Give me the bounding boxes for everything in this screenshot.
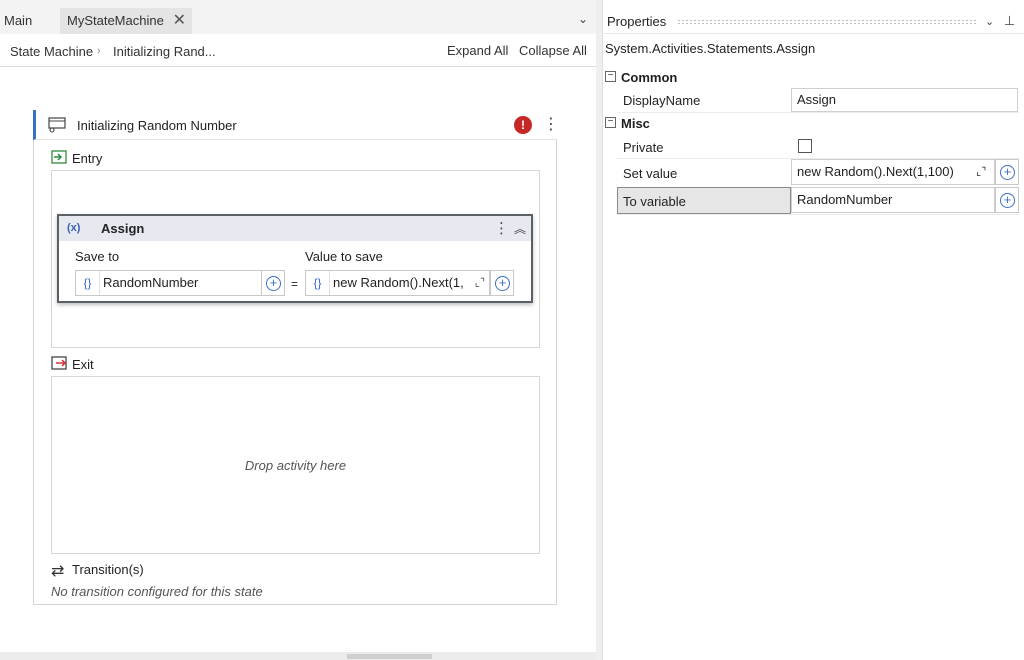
scrollbar-thumb[interactable]	[347, 654, 432, 659]
category-common: Common	[621, 70, 678, 85]
value-to-save-input[interactable]: {} new Random().Next(1, ⌞⌝	[305, 270, 490, 296]
collapse-icon[interactable]: ︽	[514, 220, 526, 237]
more-options-icon[interactable]: ⋮	[494, 219, 509, 237]
collapse-common-icon[interactable]: −	[605, 71, 616, 82]
expression-icon: {}	[306, 271, 330, 295]
save-to-value: RandomNumber	[103, 275, 199, 290]
chevron-down-icon[interactable]: ⌄	[985, 15, 994, 28]
more-options-icon[interactable]: ⋮	[543, 114, 559, 134]
row-divider	[617, 214, 1019, 215]
entry-icon	[51, 150, 67, 164]
display-name-input[interactable]: Assign	[791, 88, 1018, 112]
plus-icon: +	[1000, 193, 1015, 208]
row-divider	[617, 112, 1019, 113]
error-icon[interactable]: !	[514, 116, 532, 134]
breadcrumb-current[interactable]: Initializing Rand...	[113, 44, 216, 59]
exit-label: Exit	[72, 357, 94, 372]
to-variable-label: To variable	[623, 194, 686, 209]
save-to-input[interactable]: {} RandomNumber	[75, 270, 262, 296]
set-value-input[interactable]: new Random().Next(1,100)	[791, 159, 995, 185]
drag-handle[interactable]	[677, 19, 977, 25]
breadcrumb-bar: State Machine › Initializing Rand... Exp…	[0, 34, 596, 67]
tab-my-state-machine[interactable]: MyStateMachine ✕	[60, 8, 192, 34]
activity-type-name: System.Activities.Statements.Assign	[605, 41, 816, 56]
collapse-all-button[interactable]: Collapse All	[519, 43, 587, 58]
no-transition-message: No transition configured for this state	[51, 584, 263, 599]
document-tab-bar: Main MyStateMachine ✕	[0, 8, 596, 34]
chevron-right-icon: ›	[97, 45, 101, 57]
tab-label: MyStateMachine	[67, 13, 164, 28]
to-variable-input[interactable]: RandomNumber	[791, 187, 995, 213]
exit-icon	[51, 356, 67, 370]
private-label: Private	[623, 140, 664, 155]
transitions-icon: ⇄	[51, 563, 65, 580]
entry-label: Entry	[72, 151, 103, 166]
collapse-misc-icon[interactable]: −	[605, 117, 616, 128]
expression-icon: {}	[76, 271, 100, 295]
assign-title: Assign	[101, 221, 145, 236]
add-variable-button[interactable]: +	[261, 270, 285, 296]
to-variable-plus-button[interactable]: +	[995, 187, 1019, 213]
drop-activity-hint: Drop activity here	[244, 458, 347, 473]
add-value-button[interactable]: +	[490, 270, 514, 296]
expand-editor-icon[interactable]: ⌞⌝	[475, 271, 485, 295]
close-icon[interactable]: ✕	[173, 8, 186, 34]
transitions-label: Transition(s)	[72, 562, 144, 577]
private-checkbox[interactable]	[798, 139, 812, 153]
state-title: Initializing Random Number	[77, 118, 237, 133]
breadcrumb-state-machine[interactable]: State Machine	[10, 44, 93, 59]
chevron-down-icon[interactable]: ⌄	[578, 12, 588, 26]
variable-icon: (x)	[67, 222, 81, 234]
horizontal-scrollbar[interactable]	[0, 652, 596, 660]
set-value-label: Set value	[623, 166, 678, 181]
set-value-plus-button[interactable]: +	[995, 159, 1019, 185]
value-to-save-label: Value to save	[305, 249, 383, 264]
plus-icon: +	[1000, 165, 1015, 180]
pin-icon[interactable]: ⊥	[1004, 13, 1015, 29]
expand-all-button[interactable]: Expand All	[447, 43, 508, 58]
plus-icon: +	[266, 276, 281, 291]
save-to-label: Save to	[75, 249, 120, 264]
category-misc: Misc	[621, 116, 650, 131]
equals-sign: =	[291, 277, 299, 291]
tab-main[interactable]: Main	[4, 8, 32, 34]
plus-icon: +	[495, 276, 510, 291]
display-name-label: DisplayName	[623, 93, 701, 108]
state-icon	[48, 117, 66, 133]
properties-title: Properties	[607, 14, 667, 29]
expand-editor-icon[interactable]: ⌞⌝	[976, 165, 986, 178]
value-to-save-value: new Random().Next(1,	[333, 275, 464, 290]
